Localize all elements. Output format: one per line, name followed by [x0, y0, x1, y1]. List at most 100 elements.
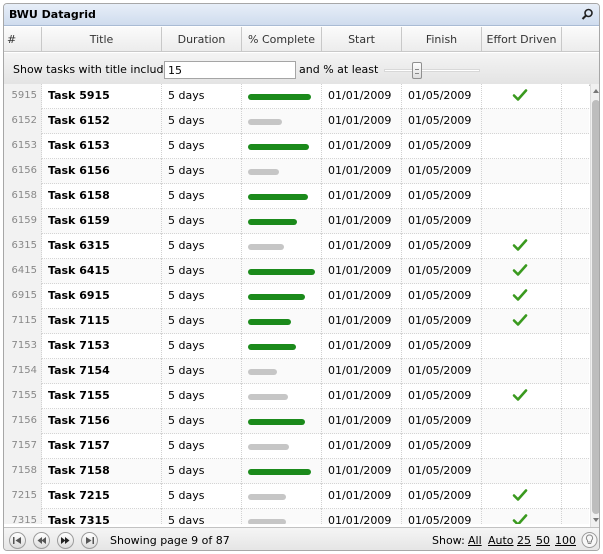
cell-finish[interactable]: 01/05/2009	[402, 509, 482, 524]
cell-num[interactable]: 7315	[4, 509, 42, 524]
cell-start[interactable]: 01/01/2009	[322, 109, 402, 134]
cell-percent-complete[interactable]	[242, 334, 322, 359]
column-header-num[interactable]: #	[4, 27, 42, 52]
table-row[interactable]: 7315 Task 7315 5 days 01/01/2009 01/05/2009	[4, 509, 589, 524]
cell-start[interactable]: 01/01/2009	[322, 384, 402, 409]
percent-slider-handle[interactable]	[412, 62, 422, 79]
cell-num[interactable]: 6315	[4, 234, 42, 259]
cell-start[interactable]: 01/01/2009	[322, 309, 402, 334]
cell-title[interactable]: Task 6156	[42, 159, 162, 184]
cell-num[interactable]: 7156	[4, 409, 42, 434]
lightbulb-icon[interactable]	[581, 531, 598, 549]
cell-effort-driven[interactable]	[482, 309, 562, 334]
table-row[interactable]: 6152 Task 6152 5 days 01/01/2009 01/05/2009	[4, 109, 589, 134]
first-page-button[interactable]	[9, 532, 26, 549]
cell-percent-complete[interactable]	[242, 484, 322, 509]
cell-duration[interactable]: 5 days	[162, 84, 242, 109]
cell-finish[interactable]: 01/05/2009	[402, 484, 482, 509]
cell-title[interactable]: Task 6153	[42, 134, 162, 159]
cell-num[interactable]: 6152	[4, 109, 42, 134]
cell-title[interactable]: Task 6915	[42, 284, 162, 309]
cell-finish[interactable]: 01/05/2009	[402, 384, 482, 409]
table-row[interactable]: 5915 Task 5915 5 days 01/01/2009 01/05/2009	[4, 84, 589, 109]
cell-num[interactable]: 7157	[4, 434, 42, 459]
cell-effort-driven[interactable]	[482, 459, 562, 484]
cell-title[interactable]: Task 7153	[42, 334, 162, 359]
column-header-effort-driven[interactable]: Effort Driven	[482, 27, 562, 52]
cell-duration[interactable]: 5 days	[162, 134, 242, 159]
cell-finish[interactable]: 01/05/2009	[402, 159, 482, 184]
cell-start[interactable]: 01/01/2009	[322, 284, 402, 309]
table-row[interactable]: 7154 Task 7154 5 days 01/01/2009 01/05/2009	[4, 359, 589, 384]
table-row[interactable]: 6159 Task 6159 5 days 01/01/2009 01/05/2009	[4, 209, 589, 234]
cell-effort-driven[interactable]	[482, 109, 562, 134]
cell-title[interactable]: Task 7315	[42, 509, 162, 524]
cell-effort-driven[interactable]	[482, 134, 562, 159]
cell-effort-driven[interactable]	[482, 409, 562, 434]
cell-num[interactable]: 7154	[4, 359, 42, 384]
cell-percent-complete[interactable]	[242, 509, 322, 524]
cell-percent-complete[interactable]	[242, 134, 322, 159]
cell-finish[interactable]: 01/05/2009	[402, 309, 482, 334]
column-header-finish[interactable]: Finish	[402, 27, 482, 52]
cell-title[interactable]: Task 7155	[42, 384, 162, 409]
cell-effort-driven[interactable]	[482, 434, 562, 459]
cell-percent-complete[interactable]	[242, 84, 322, 109]
cell-duration[interactable]: 5 days	[162, 484, 242, 509]
cell-finish[interactable]: 01/05/2009	[402, 184, 482, 209]
cell-start[interactable]: 01/01/2009	[322, 209, 402, 234]
cell-finish[interactable]: 01/05/2009	[402, 359, 482, 384]
cell-finish[interactable]: 01/05/2009	[402, 459, 482, 484]
cell-finish[interactable]: 01/05/2009	[402, 209, 482, 234]
cell-num[interactable]: 7158	[4, 459, 42, 484]
cell-title[interactable]: Task 7215	[42, 484, 162, 509]
vertical-scrollbar[interactable]	[590, 84, 599, 527]
cell-title[interactable]: Task 6415	[42, 259, 162, 284]
cell-finish[interactable]: 01/05/2009	[402, 284, 482, 309]
cell-start[interactable]: 01/01/2009	[322, 509, 402, 524]
cell-percent-complete[interactable]	[242, 459, 322, 484]
cell-num[interactable]: 5915	[4, 84, 42, 109]
cell-start[interactable]: 01/01/2009	[322, 259, 402, 284]
cell-duration[interactable]: 5 days	[162, 209, 242, 234]
cell-num[interactable]: 7115	[4, 309, 42, 334]
cell-duration[interactable]: 5 days	[162, 334, 242, 359]
cell-start[interactable]: 01/01/2009	[322, 184, 402, 209]
cell-duration[interactable]: 5 days	[162, 184, 242, 209]
prev-page-button[interactable]	[33, 532, 50, 549]
cell-num[interactable]: 6153	[4, 134, 42, 159]
page-size-25[interactable]: 25	[517, 534, 531, 547]
cell-effort-driven[interactable]	[482, 234, 562, 259]
cell-duration[interactable]: 5 days	[162, 409, 242, 434]
search-icon[interactable]	[581, 8, 594, 21]
cell-percent-complete[interactable]	[242, 209, 322, 234]
cell-effort-driven[interactable]	[482, 384, 562, 409]
cell-duration[interactable]: 5 days	[162, 234, 242, 259]
table-row[interactable]: 6415 Task 6415 5 days 01/01/2009 01/05/2009	[4, 259, 589, 284]
column-header-title[interactable]: Title	[42, 27, 162, 52]
cell-start[interactable]: 01/01/2009	[322, 359, 402, 384]
table-row[interactable]: 6315 Task 6315 5 days 01/01/2009 01/05/2009	[4, 234, 589, 259]
cell-start[interactable]: 01/01/2009	[322, 334, 402, 359]
cell-num[interactable]: 7215	[4, 484, 42, 509]
cell-title[interactable]: Task 7156	[42, 409, 162, 434]
cell-finish[interactable]: 01/05/2009	[402, 109, 482, 134]
table-row[interactable]: 7156 Task 7156 5 days 01/01/2009 01/05/2009	[4, 409, 589, 434]
table-row[interactable]: 7155 Task 7155 5 days 01/01/2009 01/05/2009	[4, 384, 589, 409]
cell-effort-driven[interactable]	[482, 284, 562, 309]
cell-effort-driven[interactable]	[482, 84, 562, 109]
table-row[interactable]: 6158 Task 6158 5 days 01/01/2009 01/05/2009	[4, 184, 589, 209]
cell-percent-complete[interactable]	[242, 359, 322, 384]
title-filter-input[interactable]	[164, 61, 296, 79]
cell-title[interactable]: Task 6152	[42, 109, 162, 134]
table-row[interactable]: 7157 Task 7157 5 days 01/01/2009 01/05/2009	[4, 434, 589, 459]
cell-start[interactable]: 01/01/2009	[322, 159, 402, 184]
cell-effort-driven[interactable]	[482, 209, 562, 234]
cell-finish[interactable]: 01/05/2009	[402, 434, 482, 459]
cell-start[interactable]: 01/01/2009	[322, 134, 402, 159]
cell-start[interactable]: 01/01/2009	[322, 84, 402, 109]
cell-start[interactable]: 01/01/2009	[322, 484, 402, 509]
cell-effort-driven[interactable]	[482, 159, 562, 184]
cell-duration[interactable]: 5 days	[162, 159, 242, 184]
cell-num[interactable]: 7153	[4, 334, 42, 359]
